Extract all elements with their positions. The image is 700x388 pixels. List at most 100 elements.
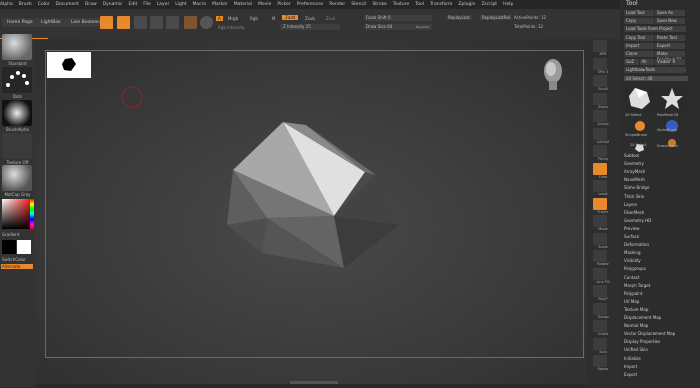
- tool-button-save-as[interactable]: Save As: [655, 10, 685, 16]
- tool-section-contact[interactable]: Contact: [624, 274, 640, 282]
- tool-section-fibermesh[interactable]: FiberMesh: [624, 209, 644, 217]
- tool-thumb-polymesh[interactable]: [657, 84, 687, 112]
- shelf-aahalf-button[interactable]: [593, 127, 607, 140]
- shelf-spix-3-button[interactable]: [593, 57, 607, 70]
- draw-mode-button[interactable]: [117, 16, 130, 29]
- menu-help[interactable]: Help: [503, 2, 513, 7]
- tool-section-thick-skin[interactable]: Thick Skin: [624, 193, 644, 201]
- tool-section-uv-map[interactable]: UV Map: [624, 298, 639, 306]
- tool-button-goz[interactable]: GoZ: [624, 59, 639, 66]
- menu-texture[interactable]: Texture: [393, 2, 409, 7]
- tool-section-displacement-map[interactable]: Displacement Map: [624, 314, 661, 322]
- tool-section-geometry[interactable]: Geometry: [624, 160, 644, 168]
- menu-layer[interactable]: Layer: [157, 2, 170, 7]
- tool-button-visible[interactable]: Visible: [655, 59, 670, 66]
- rotate-mode-button[interactable]: [166, 16, 179, 29]
- tool-section-arraymesh[interactable]: ArrayMesh: [624, 168, 645, 176]
- tool-section-subtool[interactable]: Subtool: [624, 152, 639, 160]
- tool-button-import[interactable]: Import: [624, 42, 654, 49]
- tool-button-export[interactable]: Export: [655, 42, 685, 49]
- rgb-intensity-slider[interactable]: Rgb Intensity: [218, 25, 245, 30]
- stroke-dots-thumb[interactable]: [2, 67, 32, 93]
- shelf-zoom-button[interactable]: [593, 92, 607, 105]
- tool-section-deformation[interactable]: Deformation: [624, 241, 649, 249]
- zadd-toggle[interactable]: Zadd: [282, 15, 299, 20]
- orientation-head-icon[interactable]: [538, 55, 568, 93]
- edit-mode-button[interactable]: [100, 16, 113, 29]
- menu-edit[interactable]: Edit: [129, 2, 138, 7]
- menu-movie[interactable]: Movie: [258, 2, 271, 7]
- color-picker-square[interactable]: [2, 199, 32, 229]
- brush-alpha-thumb[interactable]: [2, 100, 32, 126]
- shelf-ghost-button[interactable]: [593, 320, 607, 332]
- tool-section-preview[interactable]: Preview: [624, 225, 640, 233]
- texture-thumb[interactable]: [2, 133, 32, 159]
- m-toggle[interactable]: M: [272, 16, 275, 21]
- shelf-local-button[interactable]: [593, 180, 607, 192]
- scale-mode-button[interactable]: [150, 16, 163, 29]
- shelf-solo-button[interactable]: [593, 337, 607, 350]
- rgb-toggle[interactable]: Rgb: [250, 16, 258, 21]
- menu-render[interactable]: Render: [329, 2, 345, 7]
- tab-home-page[interactable]: Home Page: [2, 18, 38, 27]
- shelf-floor-button[interactable]: [593, 162, 607, 175]
- hue-strip[interactable]: [30, 199, 34, 229]
- tool-section-nanomesh[interactable]: NanoMesh: [624, 176, 645, 184]
- tool-section-masking[interactable]: Masking: [624, 249, 641, 257]
- shelf-actual-button[interactable]: [593, 110, 607, 122]
- zcut-toggle[interactable]: Zcut: [326, 16, 335, 21]
- menu-alpha[interactable]: Alpha: [0, 2, 13, 7]
- tool-palette-title[interactable]: Tool: [626, 0, 638, 7]
- color-picker-icon[interactable]: [200, 16, 213, 29]
- secondary-color-swatch[interactable]: [17, 240, 31, 254]
- tool-section-visibility[interactable]: Visibility: [624, 257, 641, 265]
- menu-color[interactable]: Color: [38, 2, 50, 7]
- tool-section-unified-skin[interactable]: Unified Skin: [624, 346, 648, 354]
- replay-last-rel-button[interactable]: ReplayLastRel: [480, 15, 513, 20]
- tool-count-slider[interactable]: 20 Select: 48: [624, 76, 688, 81]
- switchcolor-label[interactable]: SwitchColor: [2, 257, 37, 262]
- main-color-swatch[interactable]: [2, 240, 16, 254]
- shelf-rotate-button[interactable]: [593, 250, 607, 262]
- material-swatch[interactable]: [184, 16, 197, 29]
- a-toggle[interactable]: A: [216, 16, 223, 21]
- tool-button-all[interactable]: All: [639, 59, 654, 66]
- simple-brush-thumb[interactable]: [625, 118, 655, 132]
- menu-material[interactable]: Material: [234, 2, 252, 7]
- tool-thumb-icosa[interactable]: [625, 84, 655, 112]
- tool-button-copy-tool[interactable]: Copy Tool: [624, 34, 654, 41]
- z-intensity-slider[interactable]: Z Intensity 25: [280, 24, 340, 30]
- tool-section-surface[interactable]: Surface: [624, 233, 639, 241]
- tool-section-display-properties[interactable]: Display Properties: [624, 338, 660, 346]
- tool-section-slime-bridge[interactable]: Slime Bridge: [624, 184, 649, 192]
- mrgb-toggle[interactable]: Mrgb: [228, 16, 238, 21]
- focal-shift-slider[interactable]: Focal Shift 0: [364, 15, 432, 21]
- menu-marker[interactable]: Marker: [212, 2, 228, 7]
- shelf-scale-button[interactable]: [593, 232, 607, 245]
- shelf-scroll-button[interactable]: [593, 75, 607, 87]
- menu-transform[interactable]: Transform: [430, 2, 452, 7]
- tool-section-import[interactable]: Import: [624, 363, 637, 371]
- replay-last-button[interactable]: ReplayLast: [446, 15, 472, 20]
- tool-button-lightbox-tools[interactable]: Lightbox▸Tools: [624, 67, 686, 74]
- alternate-button[interactable]: Alternate: [1, 264, 33, 269]
- tool-section-texture-map[interactable]: Texture Map: [624, 306, 648, 314]
- menu-stroke[interactable]: Stroke: [372, 2, 386, 7]
- shelf-polyf-button[interactable]: [593, 285, 607, 297]
- shelf-xpose-button[interactable]: [593, 355, 607, 367]
- shelf-bpr-button[interactable]: [593, 40, 607, 52]
- tool-button-r[interactable]: R: [670, 59, 685, 66]
- tool-section-polypaint[interactable]: Polypaint: [624, 290, 642, 298]
- menu-light[interactable]: Light: [175, 2, 186, 7]
- tool-section-morph-target[interactable]: Morph Target: [624, 282, 650, 290]
- tool-section-polygroups[interactable]: Polygroups: [624, 265, 646, 273]
- tool-button-load-tools-from-project[interactable]: Load Tools From Project: [624, 26, 686, 33]
- dynamic-toggle[interactable]: Dynamic: [416, 25, 429, 29]
- tool-button-clone[interactable]: Clone: [624, 51, 654, 57]
- tool-section-geometry-hd[interactable]: Geometry HD: [624, 217, 651, 225]
- icosahedron-mesh[interactable]: [220, 115, 420, 275]
- tool-section-initialize[interactable]: Initialize: [624, 355, 641, 363]
- menu-macro[interactable]: Macro: [193, 2, 207, 7]
- shelf-transp-button[interactable]: [593, 302, 607, 315]
- menu-zscript[interactable]: Zscript: [481, 2, 497, 7]
